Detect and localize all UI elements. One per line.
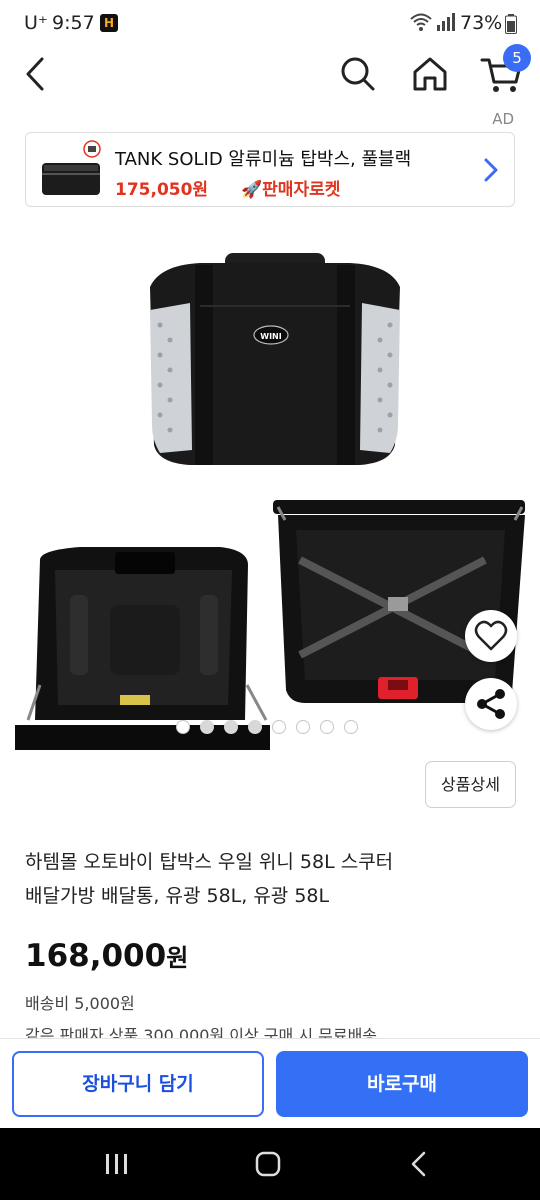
home-button[interactable] (410, 54, 450, 94)
ad-banner[interactable]: TANK SOLID 알류미늄 탑박스, 풀블랙 175,050원 🚀판매자로켓 (25, 132, 515, 207)
pager-dot[interactable] (296, 720, 310, 734)
ad-title: TANK SOLID 알류미늄 탑박스, 풀블랙 (115, 149, 412, 170)
add-to-cart-button[interactable]: 장바구니 담기 (12, 1051, 264, 1117)
ad-label: AD (492, 110, 514, 128)
app-notification-badge: H (100, 14, 118, 32)
wifi-icon (410, 12, 432, 36)
brand-logo: WINI (260, 332, 281, 341)
pager-dot[interactable] (272, 720, 286, 734)
signal-icon (436, 13, 456, 35)
chevron-right-icon (482, 157, 500, 183)
product-image: WINI (15, 253, 525, 750)
pager-dot[interactable] (344, 720, 358, 734)
top-header (0, 46, 540, 102)
back-arrow-icon (26, 57, 44, 91)
search-icon (341, 57, 375, 91)
product-title-line1: 하템몰 오토바이 탑박스 우일 위니 58L 스쿠터 (25, 851, 394, 873)
cart-count-badge: 5 (503, 44, 531, 72)
recent-apps-icon[interactable] (104, 1152, 130, 1176)
back-button[interactable] (20, 56, 52, 92)
product-detail-button[interactable]: 상품상세 (425, 761, 516, 808)
system-navigation-bar (0, 1128, 540, 1200)
status-time: 9:57 (52, 12, 95, 34)
heart-icon (474, 620, 508, 651)
product-title: 하템몰 오토바이 탑박스 우일 위니 58L 스쿠터 배달가방 배달통, 유광 … (25, 845, 515, 913)
pager-dot[interactable] (248, 720, 262, 734)
share-icon (477, 689, 505, 719)
product-title-line2: 배달가방 배달통, 유광 58L, 유광 58L (25, 885, 330, 907)
status-bar: U⁺ 9:57 H 73% (0, 0, 540, 46)
share-button[interactable] (465, 678, 517, 730)
buy-now-button[interactable]: 바로구매 (276, 1051, 528, 1117)
battery-icon (505, 14, 517, 38)
product-image-gallery[interactable]: WINI (0, 225, 540, 750)
ad-seller-rocket-label: 🚀판매자로켓 (241, 180, 341, 200)
home-icon (413, 57, 447, 91)
search-button[interactable] (338, 54, 378, 94)
price-unit: 원 (166, 944, 189, 972)
back-nav-icon[interactable] (408, 1150, 430, 1178)
purchase-action-bar: 장바구니 담기 바로구매 (0, 1038, 540, 1128)
pager-dot[interactable] (176, 720, 190, 734)
ad-price: 175,050원 (115, 180, 209, 200)
price-value: 168,000 (25, 938, 167, 974)
battery-percent: 73% (460, 12, 503, 34)
ad-product-thumbnail (34, 139, 110, 201)
carrier-label: U⁺ (24, 12, 48, 34)
pager-dot[interactable] (224, 720, 238, 734)
product-page: U⁺ 9:57 H 73% 5 AD TANK SOLID 알류미늄 탑박스, … (0, 0, 540, 1200)
pager-dot[interactable] (320, 720, 334, 734)
product-price: 168,000원 (25, 938, 188, 974)
pager-dot-active[interactable] (200, 720, 214, 734)
home-nav-icon[interactable] (254, 1150, 282, 1178)
shipping-fee: 배송비 5,000원 (25, 994, 135, 1013)
like-button[interactable] (465, 610, 517, 662)
